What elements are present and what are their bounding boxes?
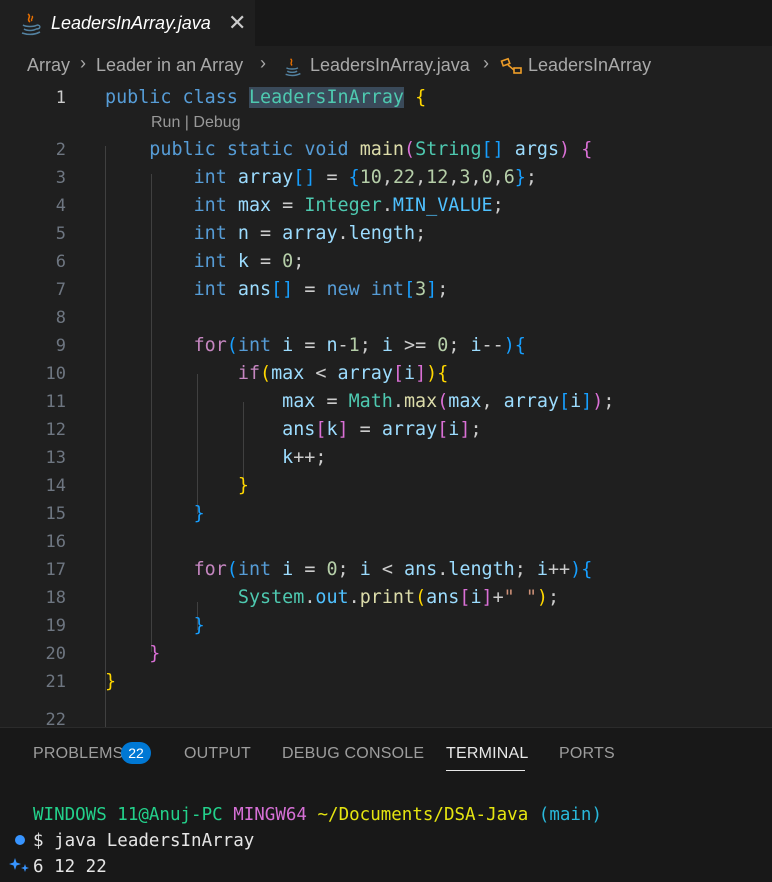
breadcrumb-item-class[interactable]: LeadersInArray [528, 55, 651, 76]
line-number: 20 [45, 644, 66, 664]
close-icon[interactable]: ✕ [228, 10, 246, 36]
sparkle-icon [9, 858, 29, 872]
code-text: } [149, 643, 161, 664]
editor-tab-leadersinarray[interactable]: LeadersInArray.java ✕ [0, 0, 255, 46]
line-number: 6 [55, 252, 66, 272]
code-text: public class LeadersInArray { [105, 87, 427, 108]
class-symbol-icon [500, 57, 522, 74]
code-line: 9 for(int i = n-1; i >= 0; i--){ [0, 332, 772, 360]
code-editor[interactable]: 1 public class LeadersInArray { Run | De… [0, 84, 772, 728]
code-text: System.out.print(ans[i]+" "); [237, 587, 560, 608]
editor-tab-bar: LeadersInArray.java ✕ [0, 0, 772, 46]
breadcrumb: Array › Leader in an Array › LeadersInAr… [0, 52, 772, 82]
line-number: 4 [55, 196, 66, 216]
code-line: 5 int n = array.length; [0, 220, 772, 248]
tab-problems[interactable]: PROBLEMS [33, 745, 124, 763]
code-line: 2 public static void main(String[] args)… [0, 136, 772, 164]
code-text: if(max < array[i]){ [237, 363, 449, 384]
breadcrumb-item-array[interactable]: Array [27, 55, 70, 76]
line-number: 13 [45, 448, 66, 468]
bottom-panel: PROBLEMS 22 OUTPUT DEBUG CONSOLE TERMINA… [0, 728, 772, 882]
code-text: for(int i = 0; i < ans.length; i++){ [193, 559, 593, 580]
tab-debug-console[interactable]: DEBUG CONSOLE [282, 745, 424, 763]
code-text: int array[] = {10,22,12,3,0,6}; [193, 167, 537, 188]
code-text: } [193, 503, 205, 524]
line-number: 17 [45, 560, 66, 580]
tab-title: LeadersInArray.java [51, 13, 211, 33]
code-line: 12 ans[k] = array[i]; [0, 416, 772, 444]
chevron-right-icon: › [483, 53, 489, 73]
selected-class-name: LeadersInArray [248, 87, 404, 108]
code-line: 19 } [0, 612, 772, 640]
tab-output[interactable]: OUTPUT [184, 745, 251, 763]
code-text: } [237, 475, 249, 496]
code-line: 1 public class LeadersInArray { [0, 84, 772, 112]
line-number: 2 [55, 140, 66, 160]
code-text: for(int i = n-1; i >= 0; i--){ [193, 335, 526, 356]
tab-ports[interactable]: PORTS [559, 745, 615, 763]
code-line: 17 for(int i = 0; i < ans.length; i++){ [0, 556, 772, 584]
code-line: 8 [0, 304, 772, 332]
code-text: } [105, 671, 117, 692]
code-line: 13 k++; [0, 444, 772, 472]
line-number: 16 [45, 532, 66, 552]
code-line: 18 System.out.print(ans[i]+" "); [0, 584, 772, 612]
chevron-right-icon: › [260, 53, 266, 73]
java-file-icon [21, 13, 41, 36]
chevron-right-icon: › [80, 53, 86, 73]
line-number: 19 [45, 616, 66, 636]
line-number: 12 [45, 420, 66, 440]
line-number: 7 [55, 280, 66, 300]
code-line: 15 } [0, 500, 772, 528]
line-number: 1 [55, 88, 66, 108]
code-line: 21 } [0, 668, 772, 696]
code-line: 22 [0, 706, 772, 728]
code-line: 11 max = Math.max(max, array[i]); [0, 388, 772, 416]
line-number: 11 [45, 392, 66, 412]
active-tab-indicator [446, 770, 525, 771]
code-text: int n = array.length; [193, 223, 427, 244]
code-text: k++; [282, 447, 327, 468]
code-text: ans[k] = array[i]; [282, 419, 482, 440]
code-line: 10 if(max < array[i]){ [0, 360, 772, 388]
code-line: 3 int array[] = {10,22,12,3,0,6}; [0, 164, 772, 192]
line-number: 15 [45, 504, 66, 524]
line-number: 21 [45, 672, 66, 692]
breadcrumb-item-folder[interactable]: Leader in an Array [96, 55, 243, 76]
code-line: 4 int max = Integer.MIN_VALUE; [0, 192, 772, 220]
line-number: 3 [55, 168, 66, 188]
code-text: int max = Integer.MIN_VALUE; [193, 195, 504, 216]
line-number: 5 [55, 224, 66, 244]
java-file-icon [285, 58, 301, 77]
code-text: } [193, 615, 205, 636]
line-number: 10 [45, 364, 66, 384]
code-line: 16 [0, 528, 772, 556]
code-line: 6 int k = 0; [0, 248, 772, 276]
line-number: 8 [55, 308, 66, 328]
code-text: int k = 0; [193, 251, 305, 272]
code-line: 14 } [0, 472, 772, 500]
terminal-command-line[interactable]: $ java LeadersInArray [33, 831, 254, 851]
code-line: 7 int ans[] = new int[3]; [0, 276, 772, 304]
command-status-dot [15, 835, 25, 845]
problems-count-badge: 22 [121, 742, 151, 764]
breadcrumb-item-file[interactable]: LeadersInArray.java [310, 55, 470, 76]
terminal-prompt-line: WINDOWS 11@Anuj-PC MINGW64 ~/Documents/D… [33, 805, 602, 825]
tab-terminal[interactable]: TERMINAL [446, 745, 529, 763]
code-line: 20 } [0, 640, 772, 668]
line-number: 9 [55, 336, 66, 356]
line-number: 18 [45, 588, 66, 608]
line-number: 22 [45, 710, 66, 728]
code-text: max = Math.max(max, array[i]); [282, 391, 615, 412]
codelens-run-debug[interactable]: Run | Debug [151, 114, 241, 132]
line-number: 14 [45, 476, 66, 496]
terminal-output-line: 6 12 22 [33, 857, 107, 877]
code-text: public static void main(String[] args) { [149, 139, 593, 160]
code-text: int ans[] = new int[3]; [193, 279, 449, 300]
